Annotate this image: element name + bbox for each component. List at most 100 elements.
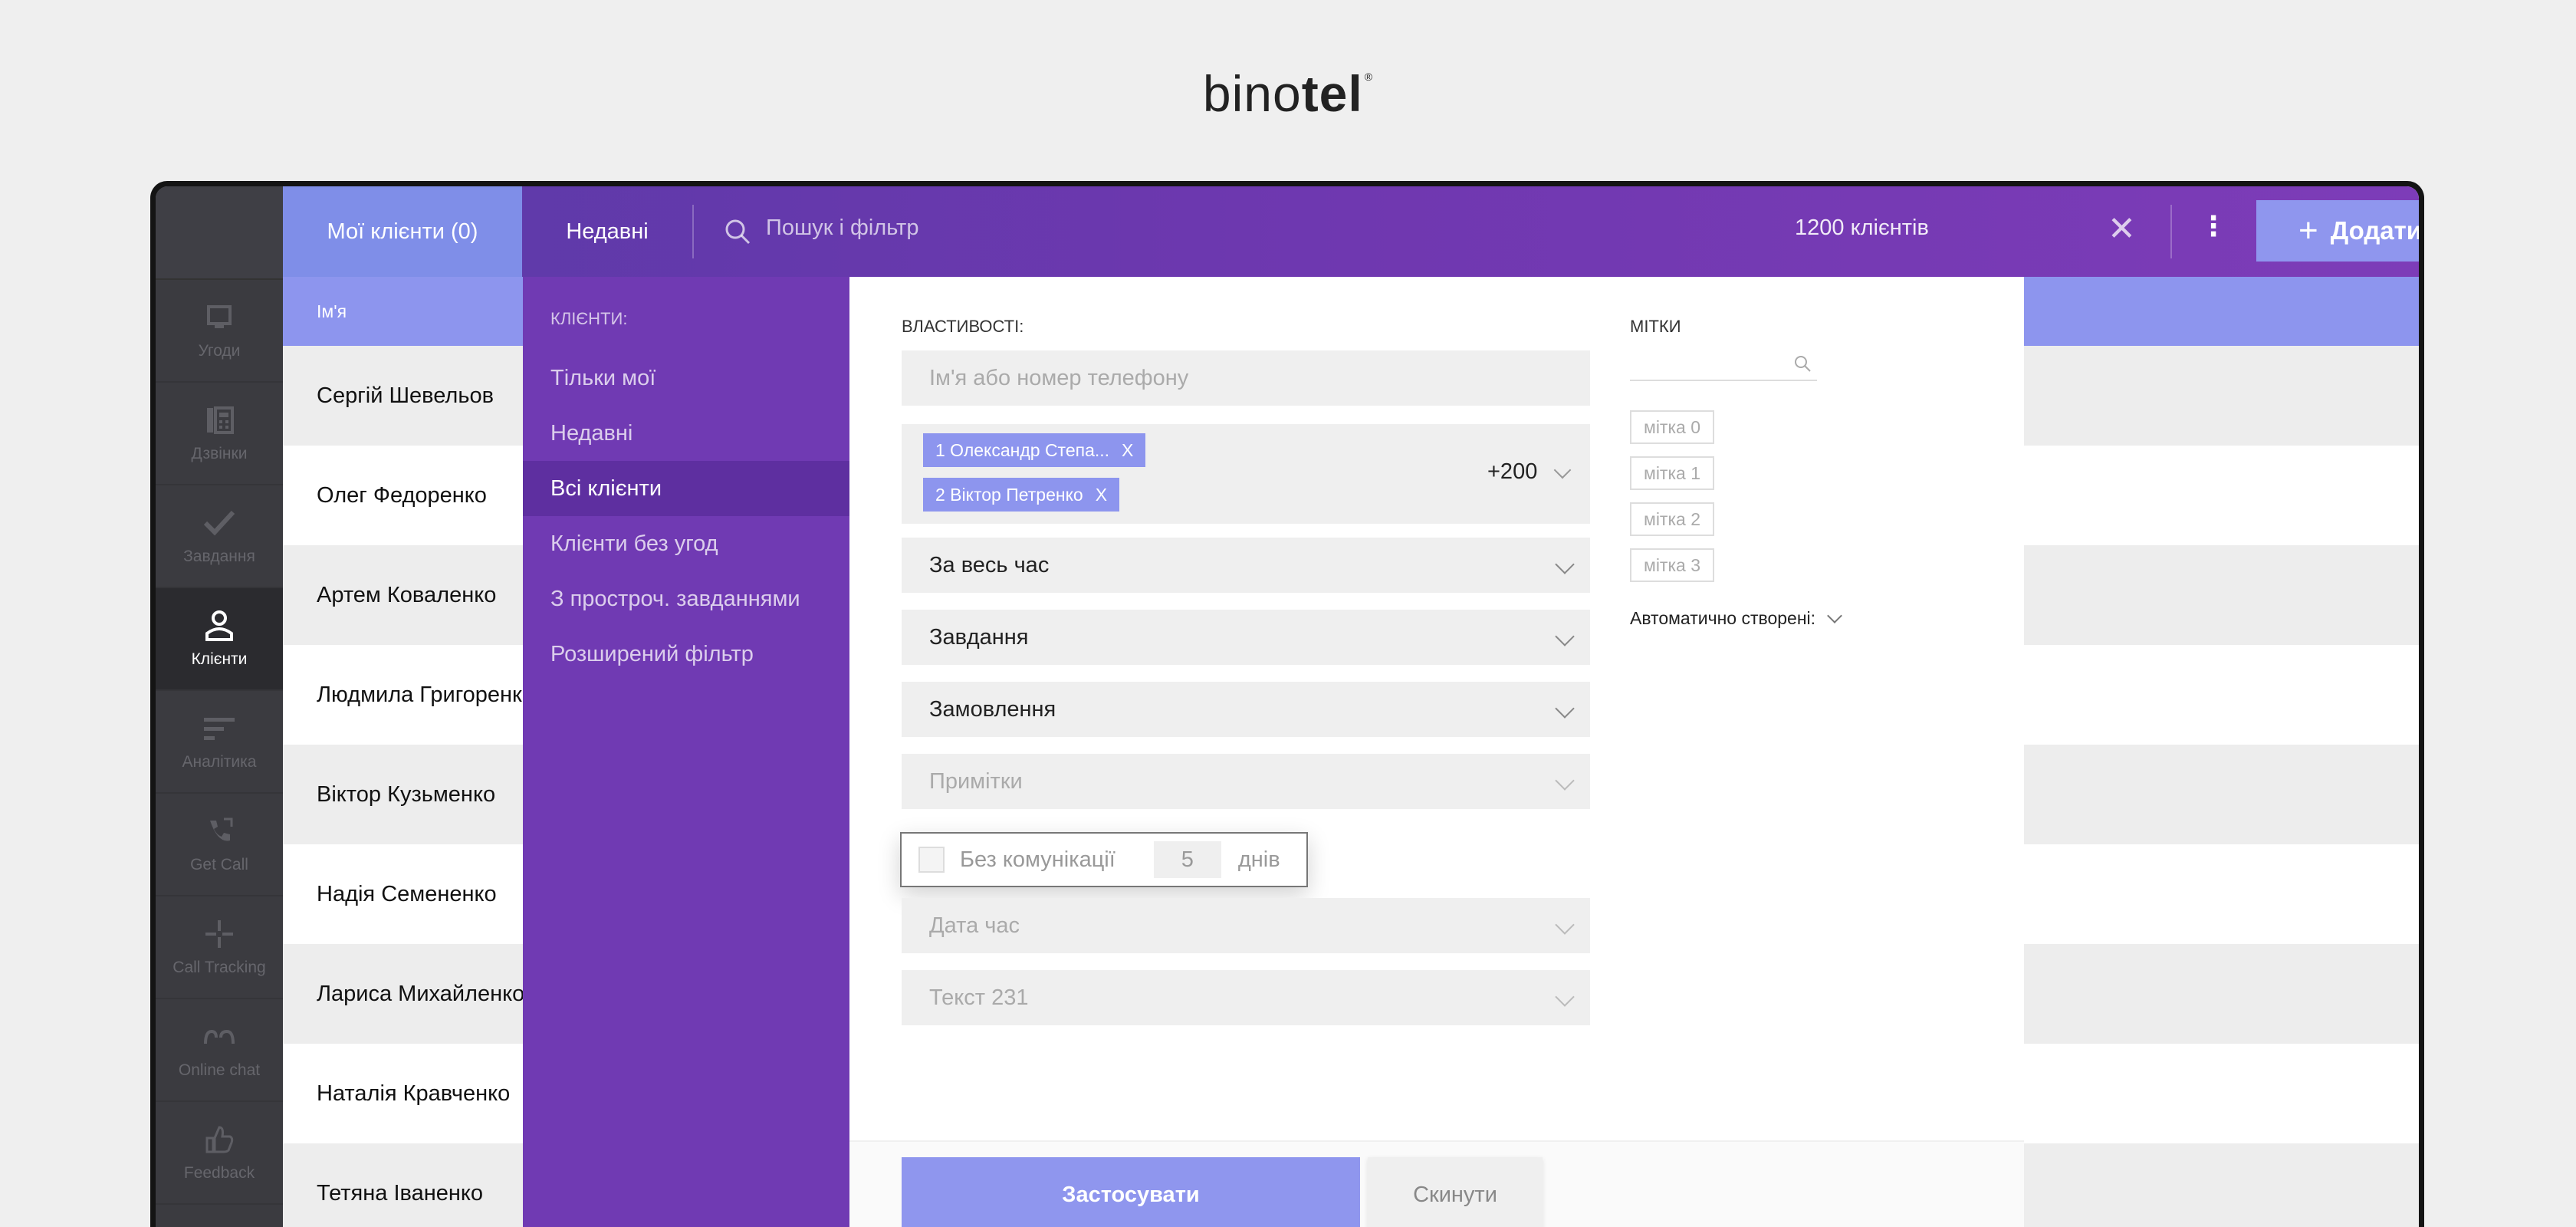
call-tracking-icon	[202, 917, 236, 951]
properties-title: ВЛАСТИВОСТІ:	[902, 317, 1024, 336]
plus-icon: +	[2298, 212, 2318, 249]
no-communication-filter: Без комунікації 5 днів	[900, 832, 1308, 887]
nav-label: Get Call	[190, 856, 248, 873]
chevron-down-icon	[1827, 607, 1842, 623]
marks-search-input[interactable]	[1630, 350, 1817, 381]
divider	[2170, 205, 2172, 258]
filter-overdue-tasks[interactable]: З простроч. завданнями	[523, 571, 849, 627]
auto-created-label: Автоматично створені:	[1630, 608, 1816, 628]
datetime-select[interactable]: Дата час	[902, 898, 1590, 953]
chip-remove-icon[interactable]: X	[1096, 485, 1107, 505]
filter-all-clients[interactable]: Всі клієнти	[523, 461, 849, 516]
clients-count: 1200 клієнтів	[1795, 215, 1929, 240]
nav-label: Call Tracking	[172, 959, 266, 976]
nav-label: Дзвінки	[191, 445, 248, 462]
client-chip: 2 Віктор Петренко X	[923, 478, 1120, 512]
auto-created-toggle[interactable]: Автоматично створені:	[1630, 607, 1842, 629]
properties-panel: ВЛАСТИВОСТІ: Ім'я або номер телефону 1 О…	[849, 277, 2024, 1227]
mark-tag[interactable]: мітка 2	[1630, 502, 1714, 536]
filter-only-mine[interactable]: Тільки мої	[523, 350, 849, 406]
days-input[interactable]: 5	[1153, 841, 1221, 878]
no-communication-label: Без комунікації	[960, 847, 1116, 872]
no-communication-checkbox[interactable]	[918, 847, 945, 873]
text-field-select[interactable]: Текст 231	[902, 970, 1590, 1025]
tab-recent[interactable]: Недавні	[522, 186, 692, 277]
nav-item-tasks[interactable]: Завдання	[156, 485, 283, 588]
filter-advanced[interactable]: Розширений фільтр	[523, 627, 849, 682]
add-client-button[interactable]: + Додати клієнта	[2256, 200, 2419, 262]
tasks-value: Завдання	[929, 624, 1029, 650]
chevron-down-icon	[1555, 699, 1575, 719]
get-call-icon	[202, 814, 236, 848]
marks-title: МІТКИ	[1630, 317, 1681, 336]
orders-select[interactable]: Замовлення	[902, 682, 1590, 737]
nav-item-call-tracking[interactable]: Call Tracking	[156, 896, 283, 999]
filter-recent[interactable]: Недавні	[523, 406, 849, 461]
name-phone-input[interactable]: Ім'я або номер телефону	[902, 350, 1590, 406]
binotel-logo: binotel ®	[1202, 65, 1374, 122]
main-nav: Угоди Дзвінки Завдання Клієнти Аналітика…	[156, 186, 283, 1227]
chip-remove-icon[interactable]: X	[1122, 440, 1133, 461]
nav-label: Feedback	[183, 1164, 255, 1182]
nav-label: Online chat	[178, 1061, 261, 1079]
search-input[interactable]: Пошук і фільтр	[766, 215, 918, 241]
online-chat-icon	[202, 1020, 236, 1054]
mark-tag[interactable]: мітка 0	[1630, 410, 1714, 444]
filter-no-deals[interactable]: Клієнти без угод	[523, 516, 849, 571]
filter-panel: Клієнти: Тільки мої Недавні Всі клієнти …	[523, 277, 849, 1227]
chip-label: 2 Віктор Петренко	[935, 484, 1083, 505]
nav-label: Угоди	[198, 342, 241, 360]
text-field-value: Текст 231	[929, 985, 1029, 1010]
apply-button[interactable]: Застосувати	[902, 1157, 1360, 1227]
clients-icon	[202, 609, 236, 643]
more-count[interactable]: +200	[1487, 459, 1537, 485]
filters-title: Клієнти:	[550, 309, 628, 328]
divider	[692, 205, 694, 258]
tab-my-clients[interactable]: Мої клієнти (0)	[283, 186, 522, 277]
mark-tag[interactable]: мітка 1	[1630, 456, 1714, 490]
search-icon[interactable]	[723, 217, 752, 246]
period-value: За весь час	[929, 552, 1050, 577]
selected-clients-field[interactable]: 1 Олександр Степа... X 2 Віктор Петренко X…	[902, 424, 1590, 524]
top-bar: Мої клієнти (0) Недавні Пошук і фільтр 1…	[283, 186, 2419, 277]
more-menu-icon[interactable]: ⋮	[2200, 212, 2227, 240]
nav-item-get-call[interactable]: Get Call	[156, 794, 283, 896]
notes-select[interactable]: Примітки	[902, 754, 1590, 809]
chevron-down-icon	[1555, 771, 1575, 791]
nav-item-feedback[interactable]: Feedback	[156, 1102, 283, 1205]
app-screen: Угоди Дзвінки Завдання Клієнти Аналітика…	[156, 186, 2419, 1227]
nav-label: Аналітика	[182, 753, 257, 771]
analytics-icon	[202, 712, 236, 745]
feedback-icon	[202, 1123, 236, 1156]
nav-label: Клієнти	[191, 650, 248, 668]
close-icon[interactable]: ✕	[2108, 212, 2136, 246]
days-label: днів	[1237, 847, 1280, 872]
chevron-down-icon	[1555, 627, 1575, 646]
chevron-down-icon	[1555, 987, 1575, 1007]
orders-value: Замовлення	[929, 696, 1056, 722]
mark-tag[interactable]: мітка 3	[1630, 548, 1714, 582]
datetime-value: Дата час	[929, 913, 1020, 938]
chevron-down-icon	[1555, 554, 1575, 574]
tasks-select[interactable]: Завдання	[902, 610, 1590, 665]
add-client-label: Додати клієнта	[2330, 216, 2419, 245]
chip-label: 1 Олександр Степа...	[935, 439, 1110, 460]
calls-icon	[202, 403, 236, 437]
nav-item-clients[interactable]: Клієнти	[156, 588, 283, 691]
nav-label: Завдання	[183, 548, 255, 565]
notes-value: Примітки	[929, 768, 1023, 794]
chevron-down-icon	[1555, 915, 1575, 935]
search-icon	[1795, 356, 1811, 372]
client-chip: 1 Олександр Степа... X	[923, 433, 1146, 467]
reset-button[interactable]: Скинути	[1368, 1157, 1543, 1227]
nav-item-calls[interactable]: Дзвінки	[156, 383, 283, 485]
nav-item-online-chat[interactable]: Online chat	[156, 999, 283, 1102]
chevron-down-icon[interactable]	[1553, 461, 1572, 479]
deals-icon	[202, 301, 236, 334]
nav-item-analytics[interactable]: Аналітика	[156, 691, 283, 794]
period-select[interactable]: За весь час	[902, 538, 1590, 593]
tasks-icon	[202, 506, 236, 540]
nav-top	[156, 186, 283, 280]
nav-item-deals[interactable]: Угоди	[156, 280, 283, 383]
laptop-frame: Угоди Дзвінки Завдання Клієнти Аналітика…	[150, 181, 2424, 1227]
